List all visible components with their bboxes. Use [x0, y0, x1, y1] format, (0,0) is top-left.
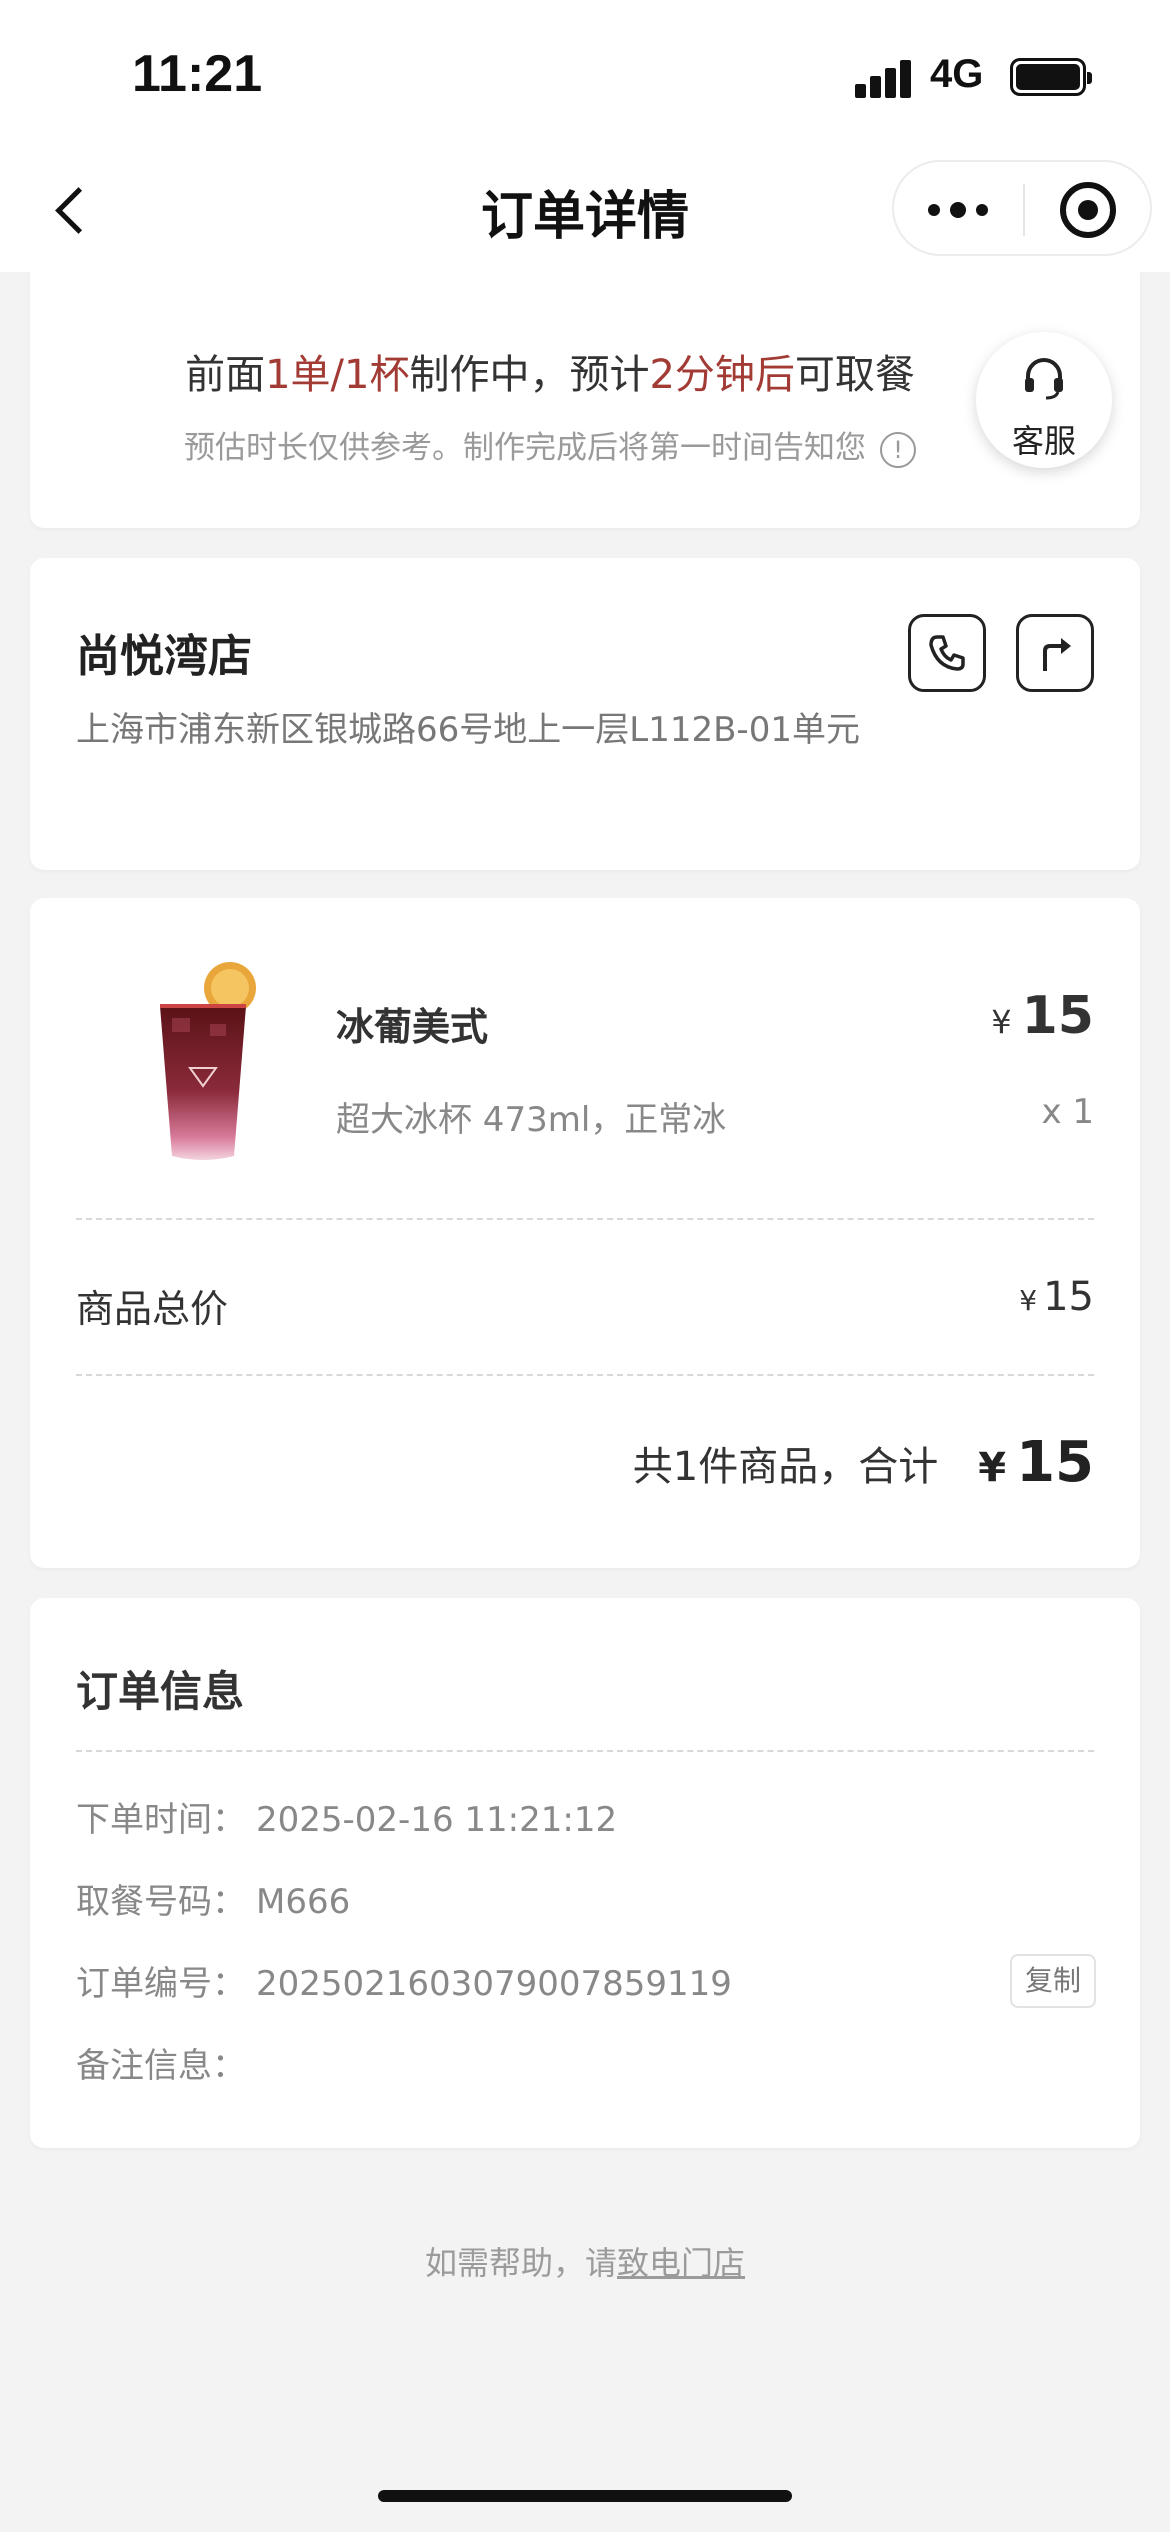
- progress-prefix: 前面: [185, 352, 266, 398]
- info-label: 订单编号：: [76, 1964, 246, 2004]
- headset-icon: [1025, 358, 1063, 400]
- total-price: ¥15: [978, 1430, 1094, 1495]
- subtotal-label: 商品总价: [76, 1287, 229, 1331]
- copy-order-number-button[interactable]: 复制: [1010, 1954, 1096, 2008]
- pickup-code: M666: [256, 1882, 351, 1922]
- progress-suffix: 可取餐: [794, 352, 915, 398]
- product-price-value: 15: [1021, 986, 1094, 1046]
- order-number-row: 订单编号： 2025021603079007859119: [76, 1956, 732, 2005]
- subtotal-amount: 15: [1043, 1274, 1094, 1320]
- call-store-button[interactable]: [908, 614, 986, 692]
- network-type: 4G: [930, 52, 984, 96]
- order-number: 2025021603079007859119: [256, 1964, 732, 2004]
- currency-symbol: ¥: [1019, 1284, 1038, 1317]
- currency-symbol: ¥: [978, 1445, 1007, 1491]
- capsule-divider: [1023, 184, 1025, 236]
- miniprogram-capsule: [892, 160, 1152, 256]
- call-store-link[interactable]: 致电门店: [617, 2244, 745, 2282]
- order-time-row: 下单时间： 2025-02-16 11:21:12: [76, 1792, 617, 1841]
- currency-symbol: ¥: [991, 1003, 1012, 1041]
- order-info-card: 订单信息 下单时间： 2025-02-16 11:21:12 取餐号码： M666 …: [30, 1598, 1140, 2148]
- product-price: ¥15: [991, 986, 1094, 1046]
- more-icon[interactable]: [928, 194, 992, 226]
- pickup-code-row: 取餐号码： M666: [76, 1874, 350, 1923]
- navigate-button[interactable]: [1016, 614, 1094, 692]
- info-label: 备注信息：: [76, 2046, 246, 2086]
- product-spec: 超大冰杯 473ml，正常冰: [336, 1100, 727, 1140]
- battery-icon: [1010, 58, 1092, 96]
- help-text: 如需帮助，请: [424, 2244, 617, 2282]
- customer-service-button[interactable]: 客服: [976, 332, 1112, 468]
- progress-status: 前面1单/1杯制作中，预计2分钟后可取餐: [30, 342, 1070, 400]
- queue-count: 1单/1杯: [265, 352, 410, 398]
- product-quantity: x 1: [1041, 1092, 1094, 1132]
- progress-note: 预估时长仅供参考。制作完成后将第一时间告知您: [184, 430, 866, 466]
- progress-middle: 制作中，预计: [409, 352, 650, 398]
- home-indicator: [378, 2490, 792, 2502]
- remark-row: 备注信息：: [76, 2038, 256, 2087]
- info-icon[interactable]: !: [880, 431, 916, 468]
- order-total: 共1件商品，合计 ¥15: [633, 1430, 1094, 1495]
- divider: [76, 1750, 1094, 1752]
- info-label: 下单时间：: [76, 1800, 246, 1840]
- store-name: 尚悦湾店: [76, 631, 252, 682]
- total-label: 共1件商品，合计: [632, 1443, 939, 1490]
- store-address: 上海市浦东新区银城路66号地上一层L112B-01单元: [76, 710, 860, 750]
- progress-card: 前面1单/1杯制作中，预计2分钟后可取餐 预估时长仅供参考。制作完成后将第一时间…: [30, 272, 1140, 528]
- order-items-card: 冰葡美式 ¥15 超大冰杯 473ml，正常冰 x 1 商品总价 ¥15 共1件…: [30, 898, 1140, 1568]
- divider: [76, 1374, 1094, 1376]
- subtotal-value: ¥15: [1019, 1274, 1094, 1320]
- divider: [76, 1218, 1094, 1220]
- store-card: 尚悦湾店 上海市浦东新区银城路66号地上一层L112B-01单元: [30, 558, 1140, 870]
- order-time: 2025-02-16 11:21:12: [256, 1800, 618, 1840]
- signal-icon: [855, 58, 915, 98]
- info-label: 取餐号码：: [76, 1882, 246, 1922]
- eta-time: 2分钟后: [649, 352, 795, 398]
- route-icon: [1043, 638, 1071, 671]
- total-amount: 15: [1016, 1430, 1094, 1495]
- status-time: 11:21: [132, 45, 263, 103]
- phone-icon: [929, 635, 965, 671]
- help-footer: 如需帮助，请致电门店: [0, 2238, 1170, 2284]
- status-bar: 11:21 4G: [0, 0, 1170, 150]
- service-label: 客服: [1011, 422, 1076, 460]
- close-miniprogram-icon[interactable]: [1060, 182, 1116, 238]
- nav-bar: 订单详情: [0, 150, 1170, 272]
- progress-note-row: 预估时长仅供参考。制作完成后将第一时间告知您!: [30, 422, 1070, 468]
- product-name: 冰葡美式: [336, 1005, 489, 1049]
- order-info-title: 订单信息: [76, 1667, 245, 1716]
- product-image: [160, 962, 256, 1160]
